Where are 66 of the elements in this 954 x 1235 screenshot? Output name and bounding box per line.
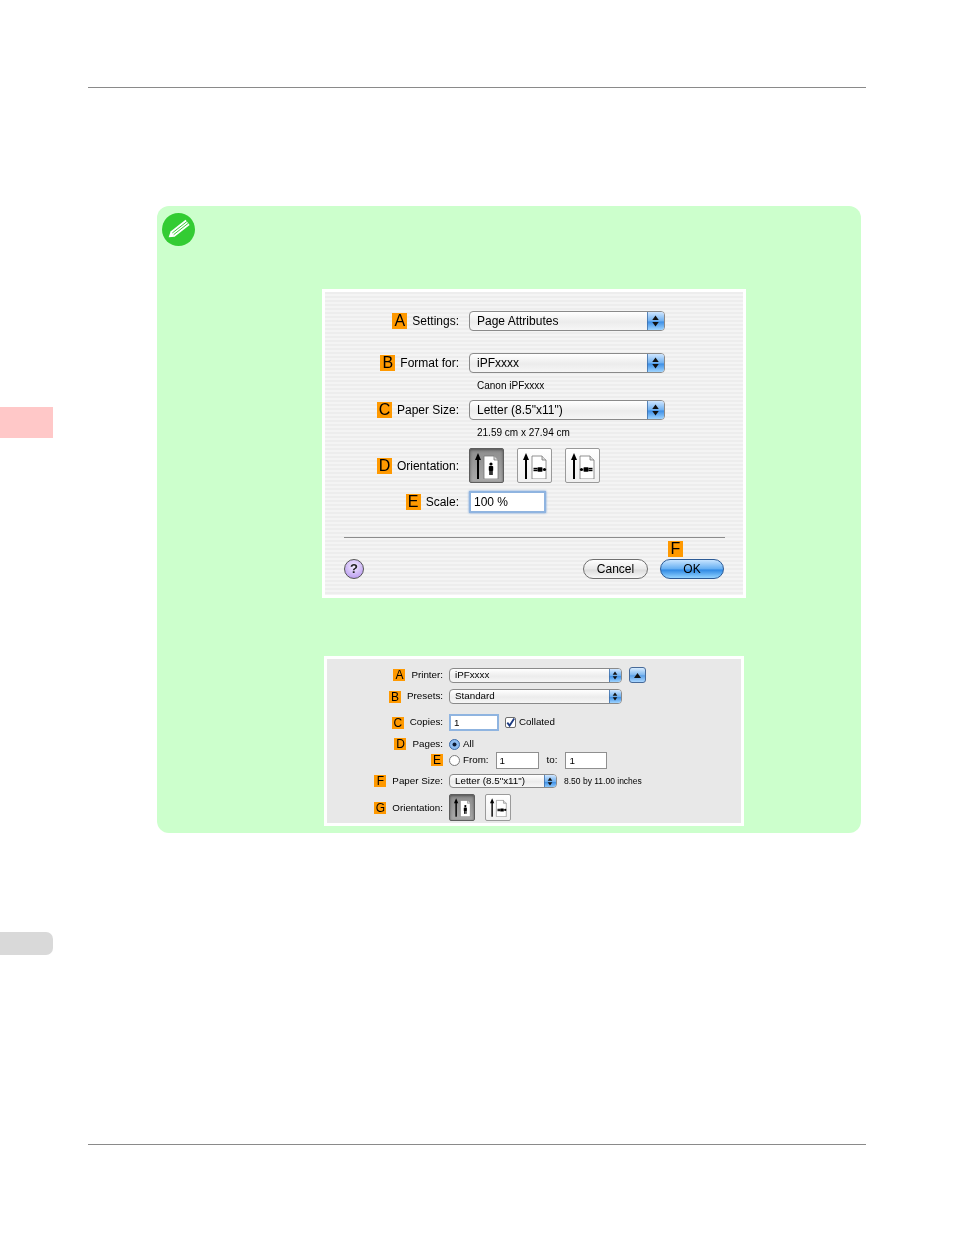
text-field[interactable]: 1 xyxy=(495,751,539,769)
option-label[interactable]: All xyxy=(463,737,474,752)
help-button[interactable]: ? xyxy=(344,559,364,579)
field-label: Pages: xyxy=(412,737,443,751)
callout-letter: E xyxy=(405,494,421,510)
cancel-button[interactable]: Cancel xyxy=(583,559,648,579)
orientation-button[interactable] xyxy=(449,794,475,822)
up-triangle-icon xyxy=(634,672,641,678)
up-down-arrows-icon xyxy=(647,312,664,330)
callout-letter: C xyxy=(376,402,392,418)
popup-menu[interactable]: iPFxxxx xyxy=(449,667,622,683)
radio-button[interactable] xyxy=(449,754,460,766)
popup-menu[interactable]: Letter (8.5"x11") xyxy=(469,400,665,420)
up-down-arrows-icon xyxy=(647,354,664,372)
ok-button[interactable]: OK xyxy=(660,559,724,579)
up-down-arrows-icon xyxy=(647,401,664,419)
field-label: Paper Size: xyxy=(396,402,459,419)
field-label: Paper Size: xyxy=(392,773,443,788)
popup-menu[interactable]: Letter (8.5"x11") xyxy=(449,774,557,789)
field-label: Scale: xyxy=(425,494,459,511)
option-label[interactable]: Collated xyxy=(519,715,555,730)
text-field[interactable]: 100 % xyxy=(469,491,546,513)
landscape-page-icon xyxy=(489,798,507,818)
orientation-button[interactable] xyxy=(517,448,552,483)
popup-menu[interactable]: Page Attributes xyxy=(469,311,665,331)
popup-menu[interactable]: Standard xyxy=(449,689,622,704)
field-label: Copies: xyxy=(409,715,443,730)
callout-letter: B xyxy=(380,355,396,371)
callout-letter: B xyxy=(389,690,402,703)
text-field[interactable]: 1 xyxy=(449,714,499,731)
up-down-arrows-icon xyxy=(544,775,556,788)
orientation-button[interactable] xyxy=(485,794,511,822)
field-label: Format for: xyxy=(400,355,459,372)
callout-letter: A xyxy=(393,669,406,681)
callout-letter: E xyxy=(431,754,443,767)
up-down-arrows-icon xyxy=(609,668,621,682)
callout-letter: D xyxy=(376,457,392,474)
landscape-page-icon xyxy=(522,452,547,479)
info-text: 8.50 by 11.00 inches xyxy=(564,774,642,788)
field-label: Orientation: xyxy=(396,457,459,475)
field-label: to: xyxy=(546,752,558,767)
text-field[interactable]: 1 xyxy=(565,751,608,769)
reverse-landscape-page-icon xyxy=(570,452,595,479)
option-label[interactable]: From: xyxy=(463,752,489,768)
checkbox[interactable] xyxy=(505,717,516,728)
field-label: Printer: xyxy=(411,667,443,682)
info-text: Canon iPFxxxx xyxy=(477,380,545,392)
info-text: 21.59 cm x 27.94 cm xyxy=(477,427,570,439)
pencil-note-icon xyxy=(162,213,195,246)
callout-letter: F xyxy=(668,541,683,557)
popup-menu[interactable]: iPFxxxx xyxy=(469,353,665,373)
up-down-arrows-icon xyxy=(609,690,621,703)
field-label: Presets: xyxy=(407,689,443,704)
orientation-button[interactable] xyxy=(469,448,504,483)
callout-letter: A xyxy=(392,313,408,329)
radio-button[interactable] xyxy=(449,738,460,750)
field-label: Orientation: xyxy=(392,800,443,815)
orientation-button[interactable] xyxy=(565,448,600,483)
callout-letter: F xyxy=(374,775,387,788)
portrait-page-icon xyxy=(453,798,471,818)
field-label: Settings: xyxy=(412,313,459,330)
disclosure-button[interactable] xyxy=(629,667,646,683)
portrait-page-icon xyxy=(474,452,499,479)
callout-letter: G xyxy=(374,801,387,814)
callout-letter: D xyxy=(394,738,407,751)
callout-letter: C xyxy=(391,716,404,729)
